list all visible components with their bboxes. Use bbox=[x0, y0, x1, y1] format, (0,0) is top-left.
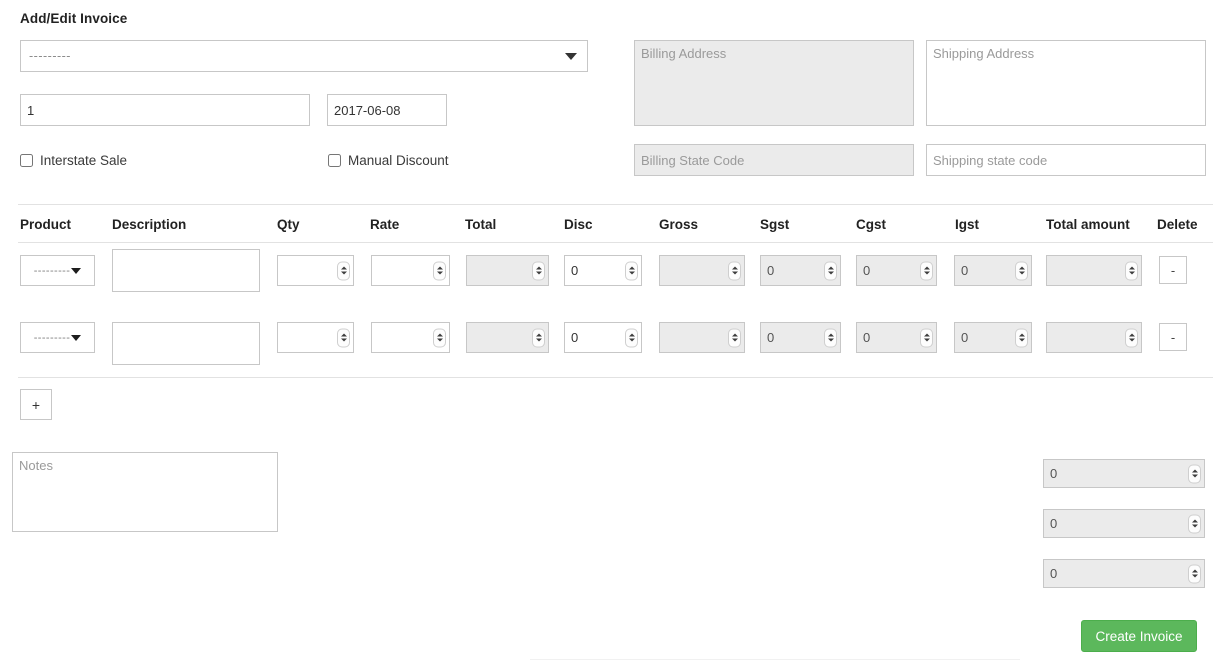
total-stepper bbox=[466, 322, 549, 353]
igst-input bbox=[954, 322, 1032, 353]
product-select-placeholder: --------- bbox=[33, 264, 71, 277]
table-row: --------- bbox=[20, 255, 95, 286]
qty-input[interactable] bbox=[277, 322, 354, 353]
add-row-button[interactable]: + bbox=[20, 389, 52, 420]
sgst-input bbox=[760, 322, 841, 353]
column-header-description: Description bbox=[112, 217, 187, 232]
column-header-product: Product bbox=[20, 217, 72, 232]
table-bottom-divider bbox=[18, 377, 1213, 378]
gross-stepper bbox=[659, 322, 745, 353]
sgst-input bbox=[760, 255, 841, 286]
rate-input[interactable] bbox=[371, 322, 450, 353]
invoice-date-input[interactable] bbox=[327, 94, 447, 126]
caret-down-icon bbox=[71, 334, 82, 341]
sgst-stepper bbox=[760, 255, 841, 286]
column-header-total: Total bbox=[465, 217, 497, 232]
create-invoice-button[interactable]: Create Invoice bbox=[1081, 620, 1197, 652]
customer-select[interactable]: --------- bbox=[20, 40, 588, 72]
column-header-cgst: Cgst bbox=[856, 217, 886, 232]
total-input bbox=[466, 255, 549, 286]
igst-stepper bbox=[954, 322, 1032, 353]
product-select-placeholder: --------- bbox=[33, 331, 71, 344]
caret-down-icon bbox=[71, 267, 82, 274]
subtotal-input bbox=[1043, 459, 1205, 488]
table-header-divider bbox=[18, 242, 1213, 243]
interstate-sale-checkbox[interactable] bbox=[20, 154, 33, 167]
caret-down-icon bbox=[565, 52, 577, 60]
tax-total-input bbox=[1043, 509, 1205, 538]
description-textarea[interactable] bbox=[112, 249, 260, 292]
rate-stepper[interactable] bbox=[371, 255, 450, 286]
column-header-delete: Delete bbox=[1157, 217, 1198, 232]
total-amount-input bbox=[1046, 255, 1142, 286]
total-stepper bbox=[466, 255, 549, 286]
delete-row-button[interactable]: - bbox=[1159, 323, 1187, 351]
qty-input[interactable] bbox=[277, 255, 354, 286]
gross-input bbox=[659, 255, 745, 286]
column-header-total-amount: Total amount bbox=[1046, 217, 1130, 232]
notes-textarea[interactable] bbox=[12, 452, 278, 532]
shipping-state-code-input[interactable] bbox=[926, 144, 1206, 176]
manual-discount-checkbox[interactable] bbox=[328, 154, 341, 167]
qty-stepper[interactable] bbox=[277, 322, 354, 353]
total-amount-stepper bbox=[1046, 322, 1142, 353]
rate-input[interactable] bbox=[371, 255, 450, 286]
tax-total-stepper bbox=[1043, 509, 1205, 538]
column-header-igst: Igst bbox=[955, 217, 980, 232]
table-row: --------- bbox=[20, 322, 95, 353]
manual-discount-label: Manual Discount bbox=[348, 153, 449, 168]
delete-row-button[interactable]: - bbox=[1159, 256, 1187, 284]
cgst-stepper bbox=[856, 255, 937, 286]
column-header-gross: Gross bbox=[659, 217, 699, 232]
interstate-sale-checkbox-row[interactable]: Interstate Sale bbox=[20, 153, 127, 168]
grand-total-input bbox=[1043, 559, 1205, 588]
disc-stepper[interactable] bbox=[564, 255, 642, 286]
qty-stepper[interactable] bbox=[277, 255, 354, 286]
cgst-stepper bbox=[856, 322, 937, 353]
column-header-rate: Rate bbox=[370, 217, 400, 232]
description-textarea[interactable] bbox=[112, 322, 260, 365]
subtotal-stepper bbox=[1043, 459, 1205, 488]
table-top-divider bbox=[18, 204, 1213, 205]
total-amount-stepper bbox=[1046, 255, 1142, 286]
cgst-input bbox=[856, 255, 937, 286]
page-title: Add/Edit Invoice bbox=[20, 11, 128, 26]
manual-discount-checkbox-row[interactable]: Manual Discount bbox=[328, 153, 449, 168]
interstate-sale-label: Interstate Sale bbox=[40, 153, 128, 168]
disc-input[interactable] bbox=[564, 322, 642, 353]
total-input bbox=[466, 322, 549, 353]
billing-state-code-input[interactable] bbox=[634, 144, 914, 176]
disc-input[interactable] bbox=[564, 255, 642, 286]
billing-address-textarea[interactable] bbox=[634, 40, 914, 126]
cgst-input bbox=[856, 322, 937, 353]
igst-stepper bbox=[954, 255, 1032, 286]
gross-input bbox=[659, 322, 745, 353]
column-header-qty: Qty bbox=[277, 217, 300, 232]
sgst-stepper bbox=[760, 322, 841, 353]
page-bottom-divider bbox=[530, 659, 1020, 660]
gross-stepper bbox=[659, 255, 745, 286]
customer-select-placeholder: --------- bbox=[29, 49, 71, 63]
rate-stepper[interactable] bbox=[371, 322, 450, 353]
shipping-address-textarea[interactable] bbox=[926, 40, 1206, 126]
total-amount-input bbox=[1046, 322, 1142, 353]
grand-total-stepper bbox=[1043, 559, 1205, 588]
igst-input bbox=[954, 255, 1032, 286]
disc-stepper[interactable] bbox=[564, 322, 642, 353]
invoice-number-input[interactable] bbox=[20, 94, 310, 126]
column-header-sgst: Sgst bbox=[760, 217, 790, 232]
column-header-disc: Disc bbox=[564, 217, 593, 232]
